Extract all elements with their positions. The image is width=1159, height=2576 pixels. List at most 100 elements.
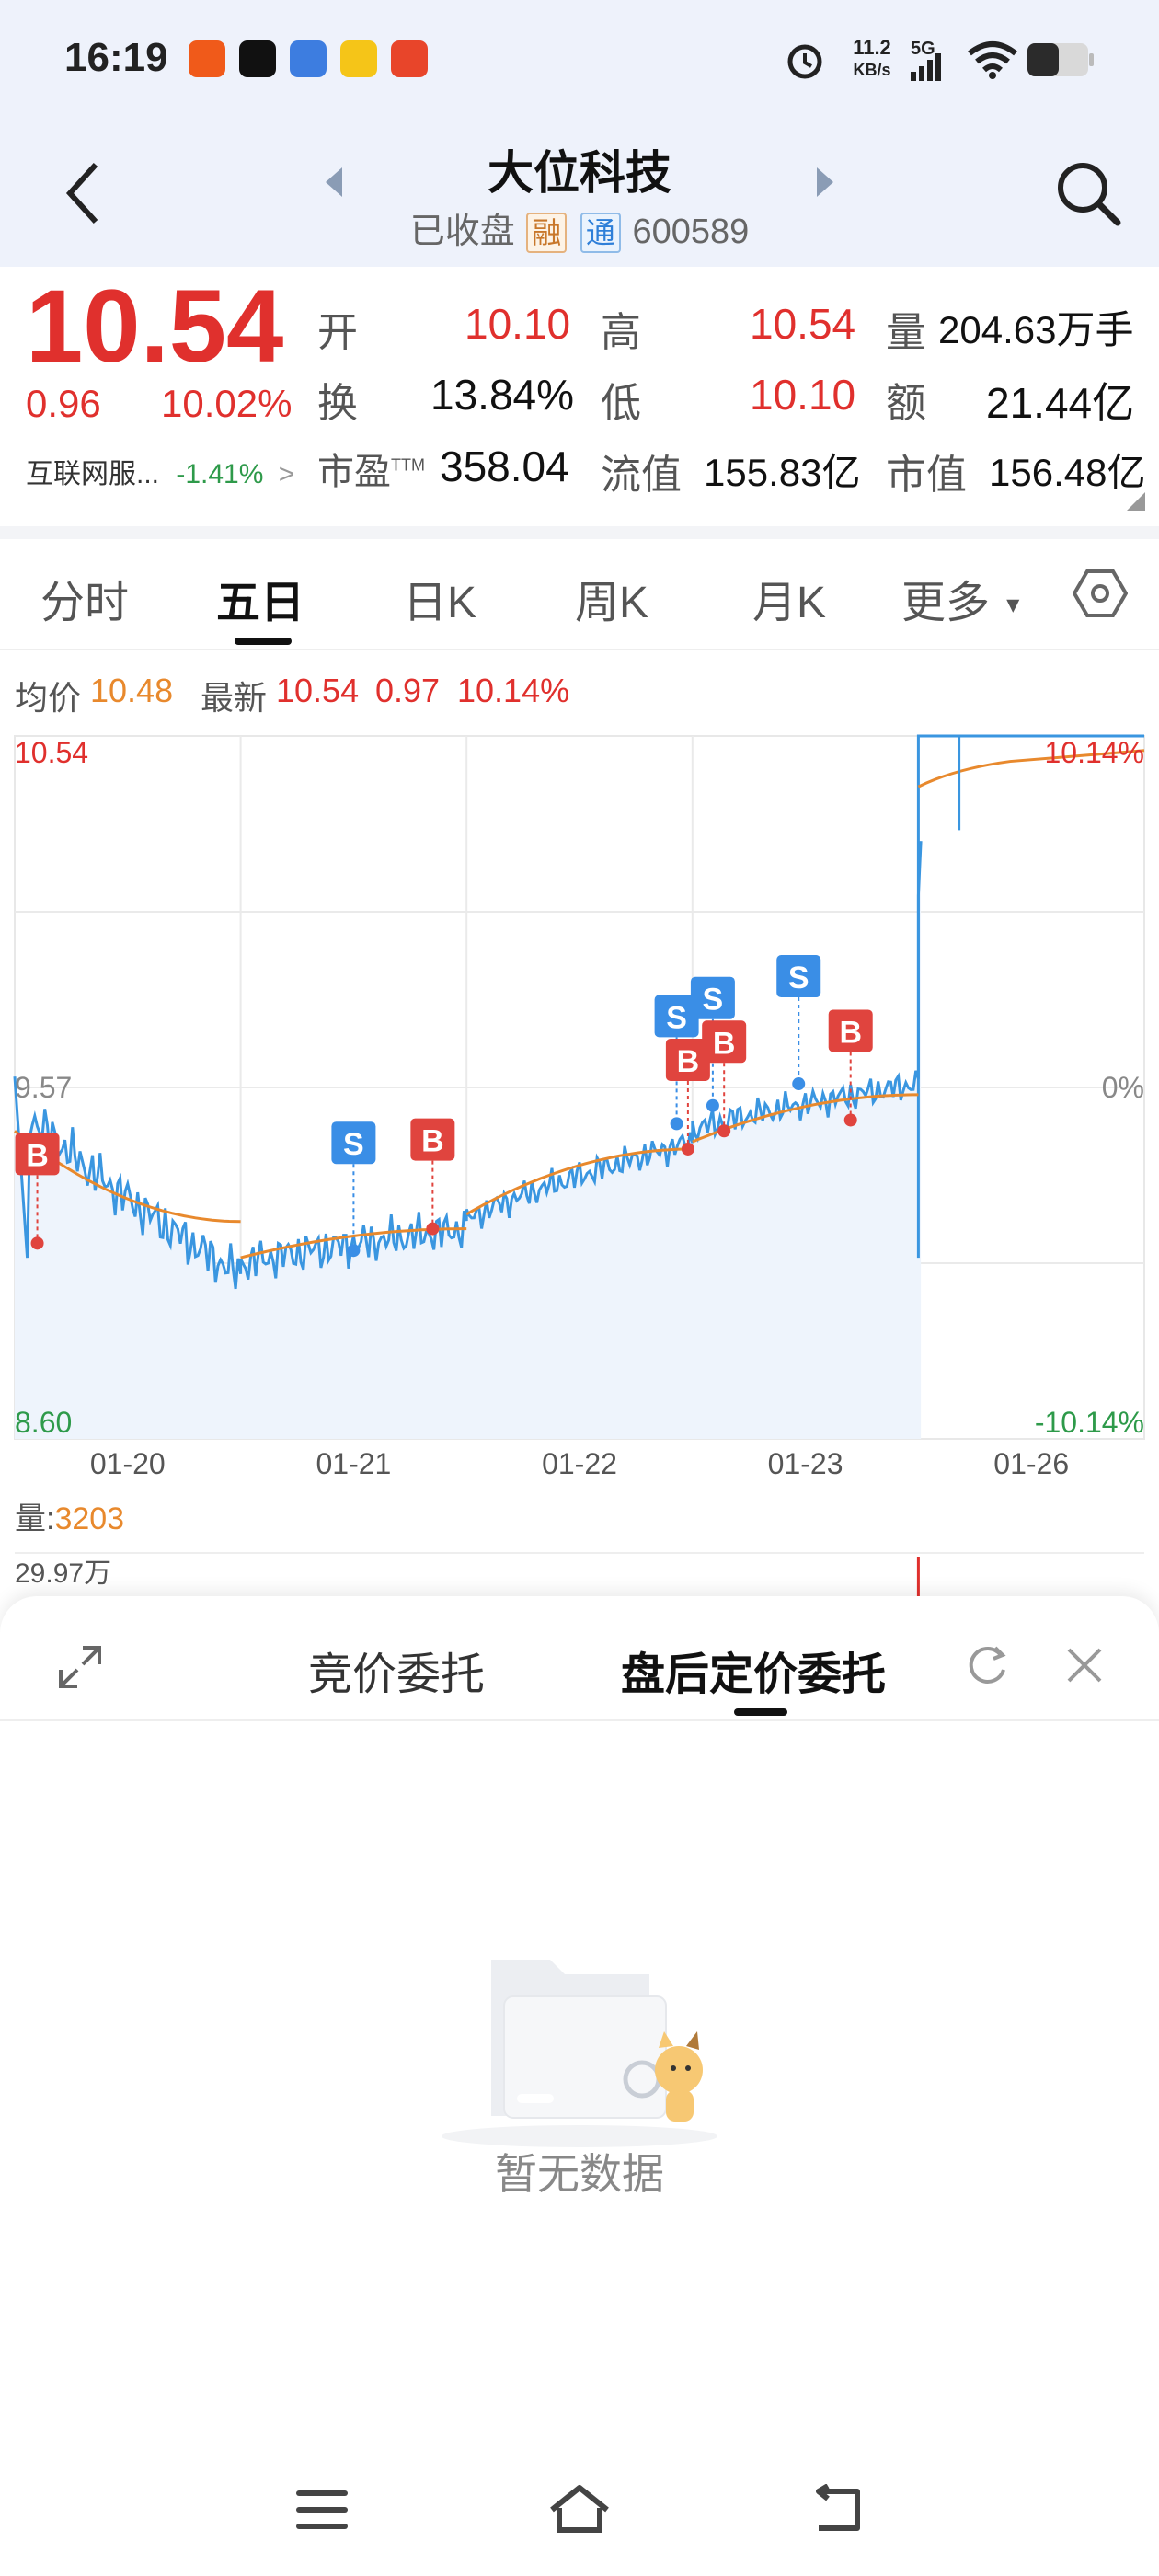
amount-label: 额 — [886, 381, 926, 426]
marker-label: S — [666, 1000, 687, 1035]
home-icon[interactable] — [546, 2482, 613, 2536]
tab-auction-order[interactable]: 竞价委托 — [308, 1638, 485, 1702]
system-nav-bar — [0, 2447, 1159, 2576]
alarm-icon — [787, 44, 822, 79]
chart-info-bar: 均价 10.48 最新 10.54 0.97 10.14% — [0, 661, 1159, 725]
divider — [0, 526, 1159, 539]
pct-bottom-label: -10.14% — [1035, 1406, 1144, 1439]
high-value: 10.54 — [750, 300, 856, 348]
x-axis-label: 01-22 — [542, 1447, 617, 1480]
dropdown-triangle-icon: ▼ — [1002, 592, 1025, 618]
signal-icon — [911, 53, 941, 81]
pe-label: 市盈TTM — [317, 452, 425, 492]
sector-name: 互联网服... — [26, 459, 160, 489]
latest-value: 10.54 — [276, 672, 360, 709]
market-status: 已收盘 — [409, 213, 515, 251]
marker-dot — [347, 1244, 361, 1258]
marker-dot — [843, 1113, 857, 1127]
price-area — [15, 841, 922, 1439]
latest-label: 最新 — [201, 679, 268, 717]
volume-value: 3203 — [54, 1501, 124, 1536]
tab-intraday[interactable]: 分时 — [40, 566, 129, 630]
stock-code: 600589 — [632, 213, 750, 251]
expand-corner-icon[interactable] — [1127, 492, 1145, 511]
active-tab-indicator — [235, 638, 292, 645]
tab-more[interactable]: 更多 ▼ — [901, 566, 1024, 630]
stock-header: 大位科技 已收盘 融 通 600589 — [0, 120, 1159, 267]
pe-sup: TTM — [391, 455, 425, 475]
marker-dot — [792, 1077, 806, 1091]
tab-daily-k[interactable]: 日K — [403, 566, 476, 630]
last-price: 10.54 — [26, 269, 284, 384]
latest-change: 0.97 — [375, 672, 441, 709]
y-top-label: 10.54 — [15, 736, 88, 769]
y-mid-label: 9.57 — [15, 1071, 72, 1104]
volume-top-label: 29.97万 — [15, 1558, 111, 1589]
volume-label: 量: — [15, 1501, 54, 1536]
market-cap-value: 156.48亿 — [989, 451, 1146, 494]
avg-label: 均价 — [15, 679, 82, 717]
x-axis-label: 01-21 — [316, 1447, 391, 1480]
battery-icon — [1027, 43, 1094, 76]
marker-label: B — [839, 1015, 862, 1050]
next-stock-icon[interactable] — [815, 164, 837, 201]
sector-change: -1.41% — [176, 459, 264, 489]
marker-label: S — [343, 1127, 364, 1162]
tab-after-hours-order[interactable]: 盘后定价委托 — [621, 1638, 886, 1702]
network-unit: KB/s — [853, 61, 891, 79]
marker-label: S — [703, 983, 724, 1018]
stock-name: 大位科技 — [488, 147, 671, 199]
tab-weekly-k[interactable]: 周K — [575, 566, 648, 630]
pct-top-label: 10.14% — [1044, 736, 1144, 769]
turnover-label: 换 — [317, 381, 358, 426]
marker-dot — [706, 1098, 719, 1112]
margin-tag: 融 — [526, 213, 568, 253]
turnover-value: 13.84% — [430, 371, 575, 419]
tab-five-day[interactable]: 五日 — [216, 566, 304, 630]
search-icon[interactable] — [1053, 158, 1123, 228]
status-bar: 16:19 11.2 KB/s 5G — [0, 0, 1159, 120]
marker-label: B — [677, 1044, 700, 1079]
refresh-icon[interactable] — [964, 1642, 1010, 1688]
close-icon[interactable] — [1065, 1646, 1104, 1685]
y-bottom-label: 8.60 — [15, 1406, 72, 1439]
empty-state-text: 暂无数据 — [495, 2150, 664, 2198]
sector-link[interactable]: 互联网服... -1.41% > — [26, 451, 294, 491]
back-icon[interactable] — [809, 2484, 865, 2534]
tiktok-icon — [239, 40, 276, 77]
app-notification-icon — [340, 40, 377, 77]
tab-more-label: 更多 — [901, 579, 991, 627]
open-value: 10.10 — [465, 300, 571, 348]
marker-label: B — [26, 1138, 49, 1173]
marker-dot — [717, 1124, 731, 1138]
empty-folder-illustration — [442, 1960, 717, 2147]
five-day-chart[interactable]: B S BSBSBSB 10.54 9.57 8.60 10.14% 0% -10.… — [0, 727, 1159, 1596]
x-axis-label: 01-20 — [90, 1447, 166, 1480]
tab-monthly-k[interactable]: 月K — [752, 566, 826, 630]
amount-value: 21.44亿 — [986, 379, 1135, 427]
marker-dot — [30, 1236, 44, 1250]
marker-dot — [426, 1222, 440, 1236]
expand-icon[interactable] — [55, 1642, 105, 1692]
x-axis-label: 01-23 — [768, 1447, 843, 1480]
x-axis-label: 01-26 — [993, 1447, 1069, 1480]
clock: 16:19 — [64, 35, 168, 80]
pct-mid-label: 0% — [1102, 1071, 1144, 1104]
latest-change-pct: 10.14% — [457, 672, 570, 709]
wifi-icon — [968, 41, 1017, 79]
low-value: 10.10 — [750, 371, 856, 419]
volume-value: 204.63万手 — [938, 308, 1134, 351]
settings-hexagon-icon[interactable] — [1073, 568, 1128, 619]
stock-subtitle: 已收盘 融 通 600589 — [0, 202, 1159, 253]
marker-dot — [670, 1117, 683, 1131]
menu-icon[interactable] — [296, 2489, 348, 2531]
marker-label: B — [713, 1026, 736, 1061]
chevron-right-icon: > — [278, 459, 295, 489]
order-panel: 竞价委托 盘后定价委托 暂无数据 — [0, 1596, 1159, 2576]
marker-label: S — [788, 960, 809, 995]
volume-label: 量 — [886, 310, 926, 355]
price-change: 0.96 — [26, 382, 101, 425]
connect-tag: 通 — [580, 213, 621, 253]
network-speed: 11.2 — [853, 36, 891, 59]
price-change-pct: 10.02% — [161, 382, 293, 425]
